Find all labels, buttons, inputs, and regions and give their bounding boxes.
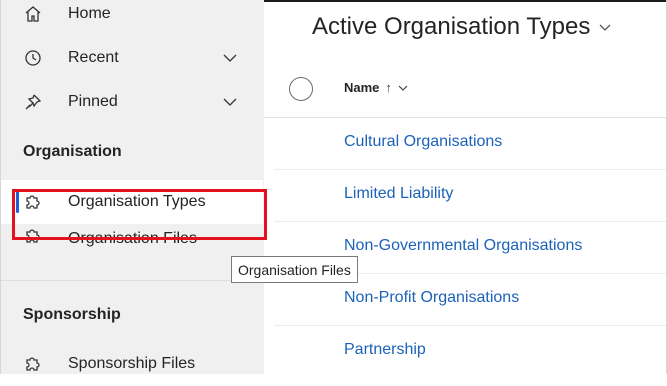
- sidebar-item-recent[interactable]: Recent: [1, 36, 263, 80]
- page-title: Active Organisation Types: [312, 13, 591, 40]
- sidebar-item-label: Pinned: [68, 93, 118, 110]
- tooltip: Organisation Files: [231, 256, 358, 283]
- sidebar-item-label: Recent: [68, 49, 119, 66]
- row-link[interactable]: Non-Governmental Organisations: [344, 237, 582, 255]
- section-header-organisation: Organisation: [23, 143, 122, 160]
- sidebar-item-pinned[interactable]: Pinned: [1, 80, 263, 124]
- chevron-down-icon[interactable]: [398, 83, 408, 93]
- puzzle-icon: [23, 354, 43, 374]
- row-link[interactable]: Partnership: [344, 341, 426, 359]
- row-link[interactable]: Cultural Organisations: [344, 133, 502, 151]
- select-all-checkbox[interactable]: [289, 77, 313, 101]
- column-header-label: Name: [344, 80, 380, 95]
- annotation-highlight-box: [12, 189, 267, 240]
- sidebar-nav: Home Recent Pinned Organisation Organisa…: [0, 0, 264, 374]
- chevron-down-icon[interactable]: [221, 49, 239, 67]
- view-title[interactable]: Active Organisation Types: [312, 13, 612, 41]
- pin-icon: [23, 92, 43, 112]
- sidebar-item-label: Sponsorship Files: [68, 355, 196, 372]
- section-header-sponsorship: Sponsorship: [23, 306, 121, 323]
- chevron-down-icon[interactable]: [221, 93, 239, 111]
- table-row[interactable]: Limited Liability: [264, 170, 666, 222]
- sidebar-item-sponsorship-files[interactable]: Sponsorship Files: [1, 342, 263, 386]
- home-icon: [23, 4, 43, 24]
- table-row[interactable]: Cultural Organisations: [264, 118, 666, 170]
- row-link[interactable]: Limited Liability: [344, 185, 453, 203]
- main-content: Active Organisation Types Name ↑ Cultura…: [264, 0, 666, 374]
- sidebar-divider: [1, 280, 263, 281]
- sidebar-item-label: Home: [68, 5, 111, 22]
- sidebar-item-home[interactable]: Home: [1, 0, 263, 36]
- column-header-name[interactable]: Name ↑: [344, 80, 408, 95]
- row-link[interactable]: Non-Profit Organisations: [344, 289, 519, 307]
- clock-icon: [23, 48, 43, 68]
- chevron-down-icon[interactable]: [598, 20, 612, 34]
- table-row[interactable]: Partnership: [264, 326, 666, 378]
- sort-ascending-icon: ↑: [385, 80, 392, 95]
